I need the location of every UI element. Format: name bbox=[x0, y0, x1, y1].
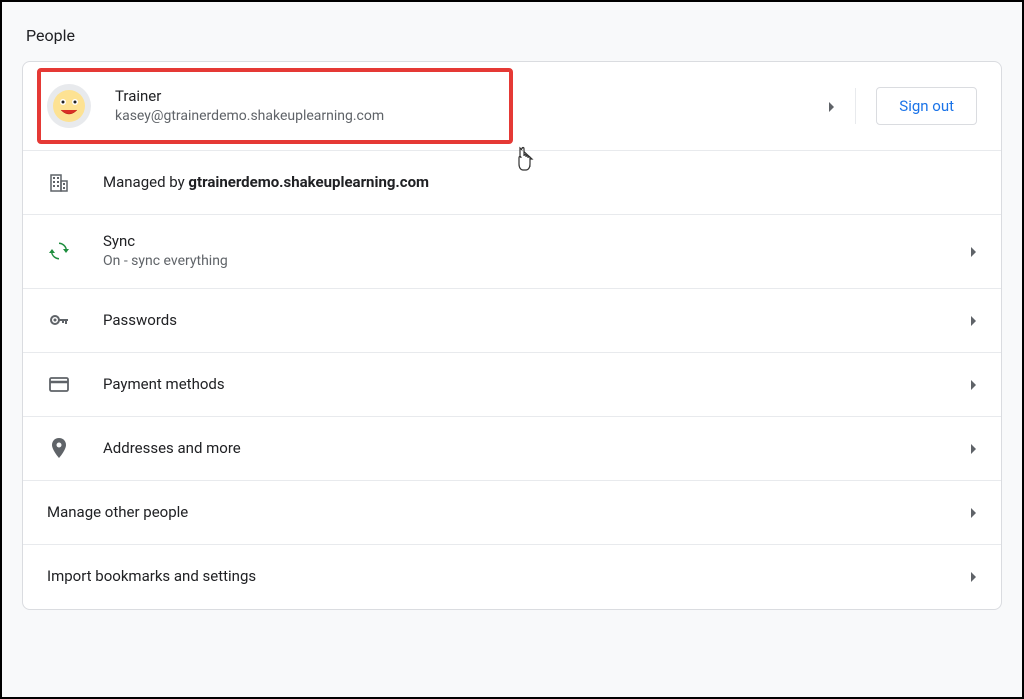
key-icon bbox=[47, 308, 71, 332]
location-icon bbox=[47, 436, 71, 460]
profile-name: Trainer bbox=[115, 86, 813, 107]
manage-people-title: Manage other people bbox=[47, 502, 955, 523]
chevron-right-icon bbox=[971, 567, 977, 586]
credit-card-icon bbox=[47, 372, 71, 396]
section-title: People bbox=[2, 2, 1022, 61]
chevron-right-icon bbox=[971, 311, 977, 330]
chevron-right-icon bbox=[971, 242, 977, 261]
divider bbox=[855, 88, 856, 124]
chevron-right-icon bbox=[971, 439, 977, 458]
managed-by-row: Managed by gtrainerdemo.shakeuplearning.… bbox=[23, 151, 1001, 215]
avatar bbox=[47, 84, 91, 128]
chevron-right-icon bbox=[971, 375, 977, 394]
chevron-right-icon bbox=[829, 97, 835, 116]
sync-icon bbox=[47, 239, 71, 263]
import-row[interactable]: Import bookmarks and settings bbox=[23, 545, 1001, 609]
sync-status: On - sync everything bbox=[103, 252, 955, 272]
organization-icon bbox=[47, 171, 71, 195]
addresses-title: Addresses and more bbox=[103, 438, 955, 459]
passwords-row[interactable]: Passwords bbox=[23, 289, 1001, 353]
sign-out-button[interactable]: Sign out bbox=[876, 87, 977, 125]
sync-row[interactable]: Sync On - sync everything bbox=[23, 215, 1001, 289]
chevron-right-icon bbox=[971, 503, 977, 522]
payment-row[interactable]: Payment methods bbox=[23, 353, 1001, 417]
payment-title: Payment methods bbox=[103, 374, 955, 395]
profile-row[interactable]: Trainer kasey@gtrainerdemo.shakeuplearni… bbox=[23, 62, 1001, 151]
sync-title: Sync bbox=[103, 231, 955, 252]
managed-by-text: Managed by gtrainerdemo.shakeuplearning.… bbox=[103, 172, 977, 193]
import-title: Import bookmarks and settings bbox=[47, 566, 955, 587]
addresses-row[interactable]: Addresses and more bbox=[23, 417, 1001, 481]
manage-people-row[interactable]: Manage other people bbox=[23, 481, 1001, 545]
passwords-title: Passwords bbox=[103, 310, 955, 331]
people-card: Trainer kasey@gtrainerdemo.shakeuplearni… bbox=[22, 61, 1002, 610]
profile-email: kasey@gtrainerdemo.shakeuplearning.com bbox=[115, 107, 813, 127]
